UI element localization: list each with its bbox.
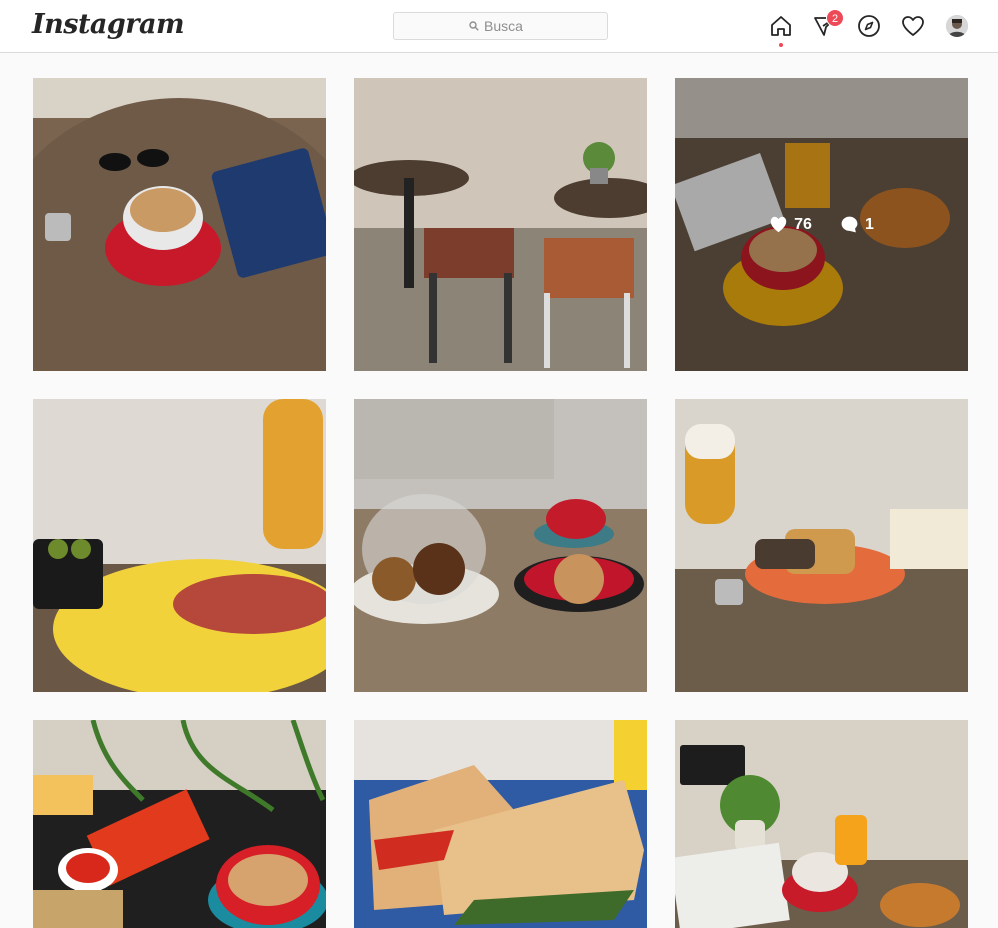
direct-notification-badge: 2 [826, 9, 844, 27]
post-thumbnail[interactable] [675, 399, 968, 692]
instagram-logo[interactable]: Instagram [32, 9, 185, 40]
post-thumbnail[interactable] [354, 720, 647, 928]
comment-icon [841, 216, 858, 233]
likes-stat: 76 [769, 216, 812, 234]
heart-activity-icon[interactable] [901, 14, 925, 38]
active-indicator-dot [779, 43, 783, 47]
post-thumbnail[interactable] [33, 399, 326, 692]
post-thumbnail[interactable]: 76 1 [675, 78, 968, 371]
comments-stat: 1 [840, 215, 874, 234]
post-thumbnail[interactable] [675, 720, 968, 928]
home-icon[interactable] [769, 14, 793, 38]
likes-count: 76 [794, 215, 812, 233]
explore-icon[interactable] [857, 14, 881, 38]
comments-count: 1 [864, 215, 874, 233]
profile-avatar[interactable] [946, 15, 968, 37]
heart-icon [770, 216, 787, 233]
post-thumbnail[interactable] [354, 78, 647, 371]
post-thumbnail[interactable] [354, 399, 647, 692]
post-thumbnail[interactable] [33, 78, 326, 371]
post-thumbnail[interactable] [33, 720, 326, 928]
search-icon [469, 21, 479, 31]
search-input[interactable] [484, 18, 532, 34]
top-nav-bar: Instagram 2 [0, 0, 998, 53]
search-box[interactable] [393, 12, 608, 40]
post-hover-overlay: 76 1 [675, 78, 968, 371]
